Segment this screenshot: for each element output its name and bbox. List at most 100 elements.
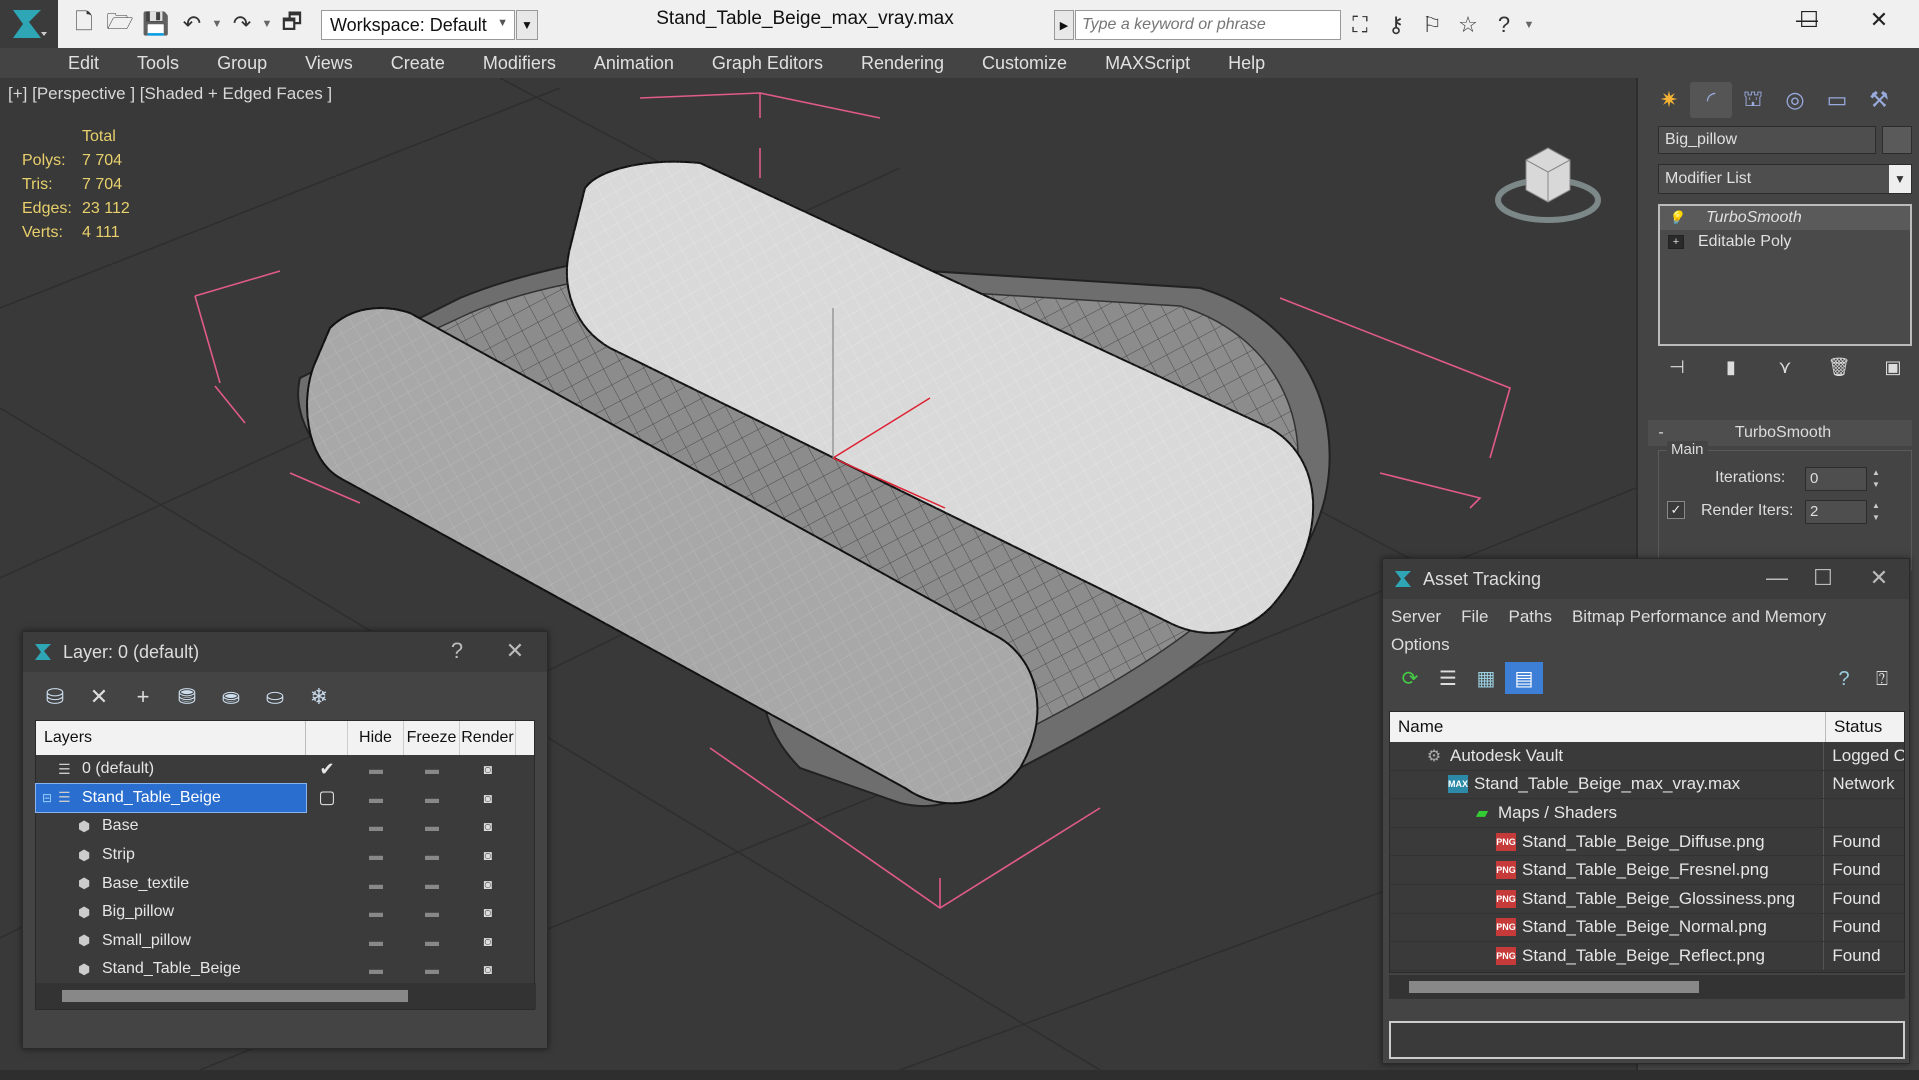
menu-server[interactable]: Server xyxy=(1391,607,1441,627)
hide-toggle-icon[interactable]: ▬ xyxy=(348,761,404,777)
freeze-toggle-icon[interactable]: ▬ xyxy=(404,933,460,949)
collapse-icon[interactable]: ⊟ xyxy=(42,791,52,805)
hide-toggle-icon[interactable]: ▬ xyxy=(348,876,404,892)
horizontal-scrollbar[interactable] xyxy=(1389,975,1905,999)
asset-name-cell[interactable]: PNG Stand_Table_Beige_Glossiness.png xyxy=(1390,884,1825,913)
make-unique-icon[interactable]: ⋎ xyxy=(1770,357,1800,378)
undo-dropdown-icon[interactable]: ▼ xyxy=(210,8,224,40)
show-end-result-icon[interactable]: ▮ xyxy=(1716,357,1746,378)
menu-maxscript[interactable]: MAXScript xyxy=(1105,53,1190,74)
layer-row[interactable]: ☰ 0 (default) ✔ ▬ ▬ ◙ xyxy=(36,755,534,784)
render-iters-checkbox[interactable]: ✓ xyxy=(1667,501,1685,519)
menu-edit[interactable]: Edit xyxy=(68,53,99,74)
minimize-icon[interactable]: — xyxy=(1759,565,1795,591)
layer-row[interactable]: ⬢ Base ▬ ▬ ◙ xyxy=(36,812,534,841)
help-icon[interactable]: ? xyxy=(1486,9,1522,41)
menu-bitmap-performance[interactable]: Bitmap Performance and Memory xyxy=(1572,607,1826,627)
render-iters-spinner[interactable]: 2 xyxy=(1805,500,1867,524)
column-layers[interactable]: Layers xyxy=(36,721,306,755)
menu-group[interactable]: Group xyxy=(217,53,267,74)
viewport-label[interactable]: [+] [Perspective ] [Shaded + Edged Faces… xyxy=(8,84,332,104)
object-color-swatch[interactable] xyxy=(1882,126,1912,154)
help-icon[interactable]: ? xyxy=(1825,663,1863,695)
create-layer-icon[interactable]: ⛁ xyxy=(33,684,77,710)
search-expand-button[interactable]: ▶ xyxy=(1054,10,1074,40)
asset-name-cell[interactable]: PNG Stand_Table_Beige_Diffuse.png xyxy=(1390,827,1825,856)
workspace-menu-button[interactable]: ▼ xyxy=(516,10,538,40)
spinner-arrows-icon[interactable]: ▲ ▼ xyxy=(1869,500,1883,524)
refresh-icon[interactable]: ⟳ xyxy=(1391,662,1429,694)
column-hide[interactable]: Hide xyxy=(348,721,404,755)
freeze-toggle-icon[interactable]: ▬ xyxy=(404,790,460,806)
maximize-icon[interactable]: ☐ xyxy=(1805,565,1841,591)
asset-row[interactable]: PNG Stand_Table_Beige_Normal.png Found xyxy=(1390,913,1904,943)
search-input[interactable] xyxy=(1075,10,1341,40)
asset-row[interactable]: MAX Stand_Table_Beige_max_vray.max Network xyxy=(1390,770,1904,800)
menu-paths[interactable]: Paths xyxy=(1508,607,1551,627)
table-view-icon[interactable]: ▤ xyxy=(1505,662,1543,694)
render-toggle-icon[interactable]: ◙ xyxy=(460,790,516,806)
add-to-layer-icon[interactable]: + xyxy=(121,684,165,710)
redo-icon[interactable]: ↷ xyxy=(224,8,260,40)
asset-row[interactable]: PNG Stand_Table_Beige_Reflect.png Found xyxy=(1390,942,1904,971)
horizontal-scrollbar[interactable] xyxy=(36,983,536,1009)
freeze-toggle-icon[interactable]: ▬ xyxy=(404,876,460,892)
menu-help[interactable]: Help xyxy=(1228,53,1265,74)
menu-views[interactable]: Views xyxy=(305,53,353,74)
hierarchy-tab-icon[interactable]: ⛫ xyxy=(1732,82,1774,118)
scrollbar-thumb[interactable] xyxy=(1409,981,1699,993)
layer-name-cell[interactable]: ⊟ ☰ Stand_Table_Beige xyxy=(35,782,307,814)
iterations-spinner[interactable]: 0 xyxy=(1805,467,1867,491)
hide-all-icon[interactable]: ⛀ xyxy=(253,684,297,710)
layer-name-cell[interactable]: ☰ 0 (default) xyxy=(36,755,306,784)
close-icon[interactable]: ✕ xyxy=(1861,565,1897,591)
freeze-toggle-icon[interactable]: ▬ xyxy=(404,961,460,977)
menu-graph-editors[interactable]: Graph Editors xyxy=(712,53,823,74)
menu-create[interactable]: Create xyxy=(391,53,445,74)
asset-row[interactable]: PNG Stand_Table_Beige_Diffuse.png Found xyxy=(1390,827,1904,857)
lightbulb-icon[interactable]: 💡 xyxy=(1668,210,1686,226)
layer-name-cell[interactable]: ⬢ Small_pillow xyxy=(36,927,306,956)
menu-rendering[interactable]: Rendering xyxy=(861,53,944,74)
menu-file[interactable]: File xyxy=(1461,607,1488,627)
hide-toggle-icon[interactable]: ▬ xyxy=(348,790,404,806)
layer-window-titlebar[interactable]: Layer: 0 (default) ? ✕ xyxy=(23,632,547,672)
open-file-icon[interactable]: 🗁 xyxy=(102,8,138,40)
signin-icon[interactable]: ⚐ xyxy=(1414,9,1450,41)
project-folder-icon[interactable]: 🗗 xyxy=(274,8,310,40)
modify-tab-icon[interactable]: ◜ xyxy=(1690,82,1732,118)
layer-name-cell[interactable]: ⬢ Strip xyxy=(36,841,306,870)
expand-icon[interactable]: + xyxy=(1668,235,1684,249)
asset-name-cell[interactable]: MAX Stand_Table_Beige_max_vray.max xyxy=(1390,770,1825,799)
app-logo-icon[interactable] xyxy=(0,0,58,48)
hide-toggle-icon[interactable]: ▬ xyxy=(348,818,404,834)
display-tab-icon[interactable]: ▭ xyxy=(1816,82,1858,118)
modifier-list-dropdown[interactable]: Modifier List ▼ xyxy=(1658,164,1912,194)
help-dropdown-icon[interactable]: ▼ xyxy=(1522,9,1536,41)
layer-name-cell[interactable]: ⬢ Big_pillow xyxy=(36,898,306,927)
redo-dropdown-icon[interactable]: ▼ xyxy=(260,8,274,40)
spinner-arrows-icon[interactable]: ▲ ▼ xyxy=(1869,467,1883,491)
column-render[interactable]: Render xyxy=(460,721,516,755)
close-button[interactable]: ✕ xyxy=(1850,0,1908,40)
thumbnail-view-icon[interactable]: ▦ xyxy=(1467,662,1505,694)
hide-toggle-icon[interactable]: ▬ xyxy=(348,961,404,977)
freeze-all-icon[interactable]: ❄ xyxy=(297,684,341,710)
menu-customize[interactable]: Customize xyxy=(982,53,1067,74)
current-layer-check-icon[interactable]: ✔ xyxy=(306,759,348,780)
pin-stack-icon[interactable]: ⊣ xyxy=(1662,357,1692,378)
render-toggle-icon[interactable]: ◙ xyxy=(460,933,516,949)
layer-row[interactable]: ⬢ Big_pillow ▬ ▬ ◙ xyxy=(36,898,534,927)
asset-name-cell[interactable]: PNG Stand_Table_Beige_Normal.png xyxy=(1390,913,1825,942)
new-file-icon[interactable]: 🗋 xyxy=(66,8,102,40)
object-name-field[interactable]: Big_pillow xyxy=(1658,126,1876,154)
utilities-tab-icon[interactable]: ⚒ xyxy=(1858,82,1900,118)
close-icon[interactable]: ✕ xyxy=(497,638,533,664)
layer-row[interactable]: ⬢ Strip ▬ ▬ ◙ xyxy=(36,841,534,870)
render-toggle-icon[interactable]: ◙ xyxy=(460,961,516,977)
menu-options[interactable]: Options xyxy=(1391,635,1450,655)
render-toggle-icon[interactable]: ◙ xyxy=(460,818,516,834)
key-icon[interactable]: ⚷ xyxy=(1378,9,1414,41)
star-icon[interactable]: ☆ xyxy=(1450,9,1486,41)
menu-tools[interactable]: Tools xyxy=(137,53,179,74)
